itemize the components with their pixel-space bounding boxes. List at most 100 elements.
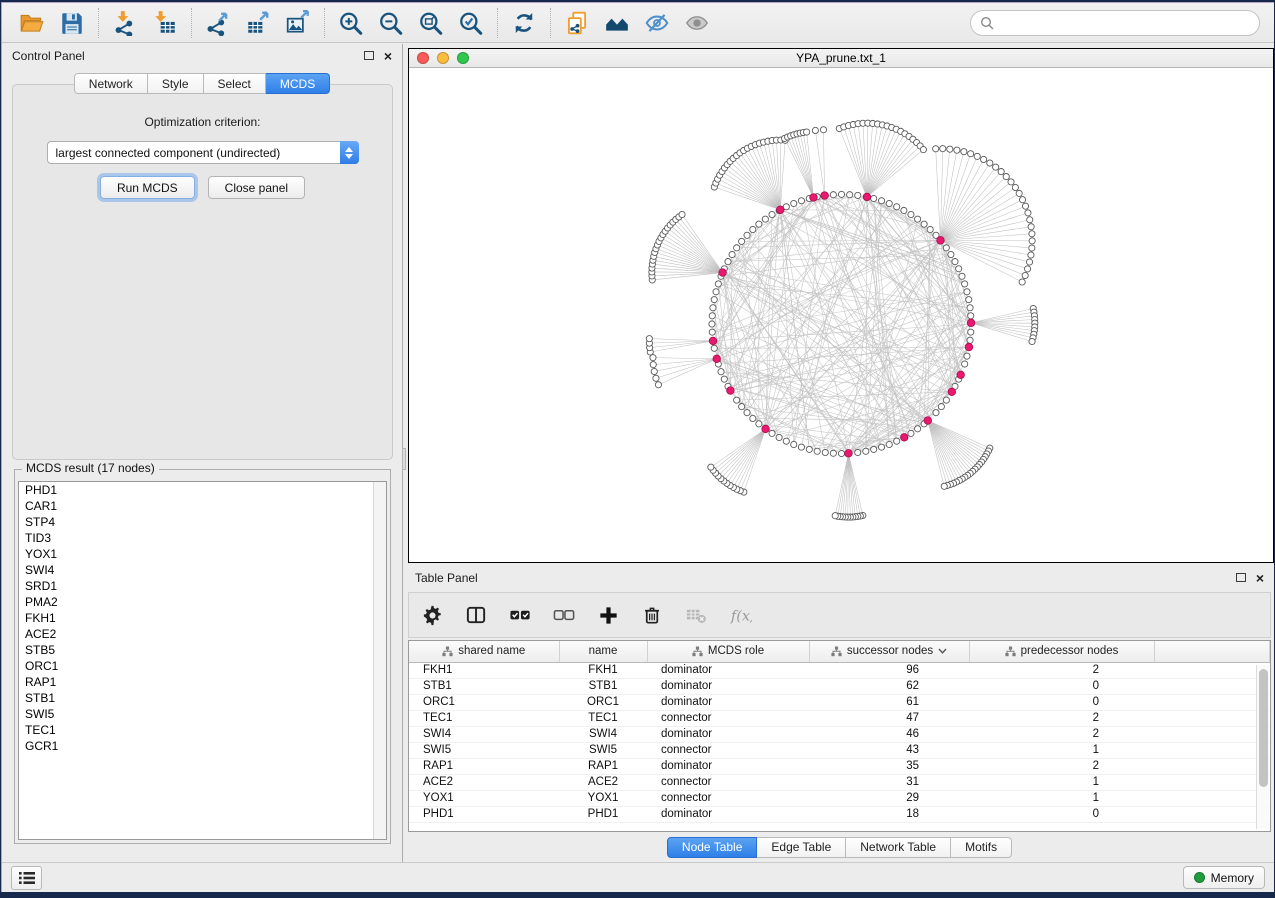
cell[interactable]: 47 [809,710,969,726]
cell[interactable]: 0 [969,694,1154,710]
cell[interactable]: dominator [647,806,809,822]
select-all-button[interactable] [507,600,533,630]
network-window-titlebar[interactable]: YPA_prune.txt_1 [409,49,1273,68]
zoom-selected-button[interactable] [451,6,491,40]
tab-style[interactable]: Style [148,73,204,94]
cell[interactable]: 62 [809,678,969,694]
cell[interactable]: 35 [809,758,969,774]
close-panel-button[interactable]: Close panel [208,176,305,199]
table-row[interactable]: ORC1ORC1dominator610 [409,694,1270,710]
mcds-result-list[interactable]: PHD1CAR1STP4TID3YOX1SWI4SRD1PMA2FKH1ACE2… [18,481,387,840]
cell[interactable]: 31 [809,774,969,790]
add-button[interactable] [595,600,621,630]
cell[interactable]: ACE2 [409,774,559,790]
table-row[interactable]: PHD1PHD1dominator180 [409,806,1270,822]
result-list-scrollbar[interactable] [373,482,386,839]
cell[interactable]: PHD1 [409,806,559,822]
network-canvas[interactable] [409,68,1273,562]
tab-motifs[interactable]: Motifs [951,837,1012,858]
float-panel-icon[interactable] [364,51,374,60]
export-network-button[interactable] [198,6,238,40]
cell[interactable]: FKH1 [559,662,647,678]
cell[interactable]: dominator [647,726,809,742]
open-folder-button[interactable] [12,6,52,40]
column-header-predecessor-nodes[interactable]: predecessor nodes [969,641,1154,662]
cell[interactable]: 2 [969,758,1154,774]
zoom-out-button[interactable] [371,6,411,40]
cell[interactable]: 2 [969,710,1154,726]
cell[interactable]: 1 [969,790,1154,806]
table-row[interactable]: RAP1RAP1dominator352 [409,758,1270,774]
result-list-item[interactable]: SRD1 [19,578,386,594]
refresh-button[interactable] [504,6,544,40]
result-list-item[interactable]: TID3 [19,530,386,546]
cell[interactable]: ACE2 [559,774,647,790]
cell[interactable]: 0 [969,678,1154,694]
table-row[interactable]: ACE2ACE2connector311 [409,774,1270,790]
tab-select[interactable]: Select [204,73,266,94]
result-list-item[interactable]: ORC1 [19,658,386,674]
cell[interactable]: connector [647,790,809,806]
cell[interactable]: YOX1 [559,790,647,806]
cell[interactable]: 29 [809,790,969,806]
result-list-item[interactable]: TEC1 [19,722,386,738]
result-list-item[interactable]: PHD1 [19,482,386,498]
float-table-panel-icon[interactable] [1236,573,1246,582]
tab-mcds[interactable]: MCDS [266,73,330,94]
column-header-name[interactable]: name [559,641,647,662]
zoom-in-button[interactable] [331,6,371,40]
trash-button[interactable] [639,600,665,630]
table-row[interactable]: FKH1FKH1dominator962 [409,662,1270,678]
duplicate-network-button[interactable] [557,6,597,40]
tab-edge-table[interactable]: Edge Table [757,837,846,858]
function-button[interactable]: f(x) [727,600,753,630]
table-row[interactable]: STB1STB1dominator620 [409,678,1270,694]
cell[interactable]: dominator [647,678,809,694]
cell[interactable]: FKH1 [409,662,559,678]
table-scrollbar[interactable] [1256,665,1269,829]
cell[interactable]: dominator [647,662,809,678]
cell[interactable]: PHD1 [559,806,647,822]
cell[interactable]: connector [647,742,809,758]
zoom-fit-button[interactable] [411,6,451,40]
close-table-panel-icon[interactable]: × [1256,573,1264,583]
result-list-item[interactable]: STB5 [19,642,386,658]
cell[interactable]: dominator [647,758,809,774]
export-table-button[interactable] [238,6,278,40]
cell[interactable]: 2 [969,662,1154,678]
columns-button[interactable] [463,600,489,630]
result-list-item[interactable]: RAP1 [19,674,386,690]
first-neighbors-button[interactable] [597,6,637,40]
cell[interactable]: 0 [969,806,1154,822]
table-row[interactable]: TEC1TEC1connector472 [409,710,1270,726]
export-image-button[interactable] [278,6,318,40]
cell[interactable]: RAP1 [409,758,559,774]
result-list-item[interactable]: FKH1 [19,610,386,626]
cell[interactable]: TEC1 [559,710,647,726]
cell[interactable]: connector [647,710,809,726]
search-box[interactable] [970,10,1260,36]
table-row[interactable]: SWI4SWI4dominator462 [409,726,1270,742]
cell[interactable]: SWI5 [409,742,559,758]
command-panel-button[interactable] [11,866,42,890]
result-list-item[interactable]: STP4 [19,514,386,530]
table-row[interactable]: SWI5SWI5connector431 [409,742,1270,758]
hide-selected-button[interactable] [637,6,677,40]
memory-button[interactable]: Memory [1183,866,1265,889]
result-list-item[interactable]: ACE2 [19,626,386,642]
table-row[interactable]: YOX1YOX1connector291 [409,790,1270,806]
cell[interactable]: 46 [809,726,969,742]
cell[interactable]: SWI4 [559,726,647,742]
import-table-button[interactable] [145,6,185,40]
splitter-grip[interactable] [402,448,406,470]
save-button[interactable] [52,6,92,40]
cell[interactable]: dominator [647,694,809,710]
result-list-item[interactable]: CAR1 [19,498,386,514]
cell[interactable]: STB1 [559,678,647,694]
cell[interactable]: 61 [809,694,969,710]
cell[interactable]: 1 [969,774,1154,790]
table-scrollbar-thumb[interactable] [1259,669,1268,787]
result-list-item[interactable]: YOX1 [19,546,386,562]
column-header-MCDS-role[interactable]: MCDS role [647,641,809,662]
tab-node-table[interactable]: Node Table [667,837,758,858]
